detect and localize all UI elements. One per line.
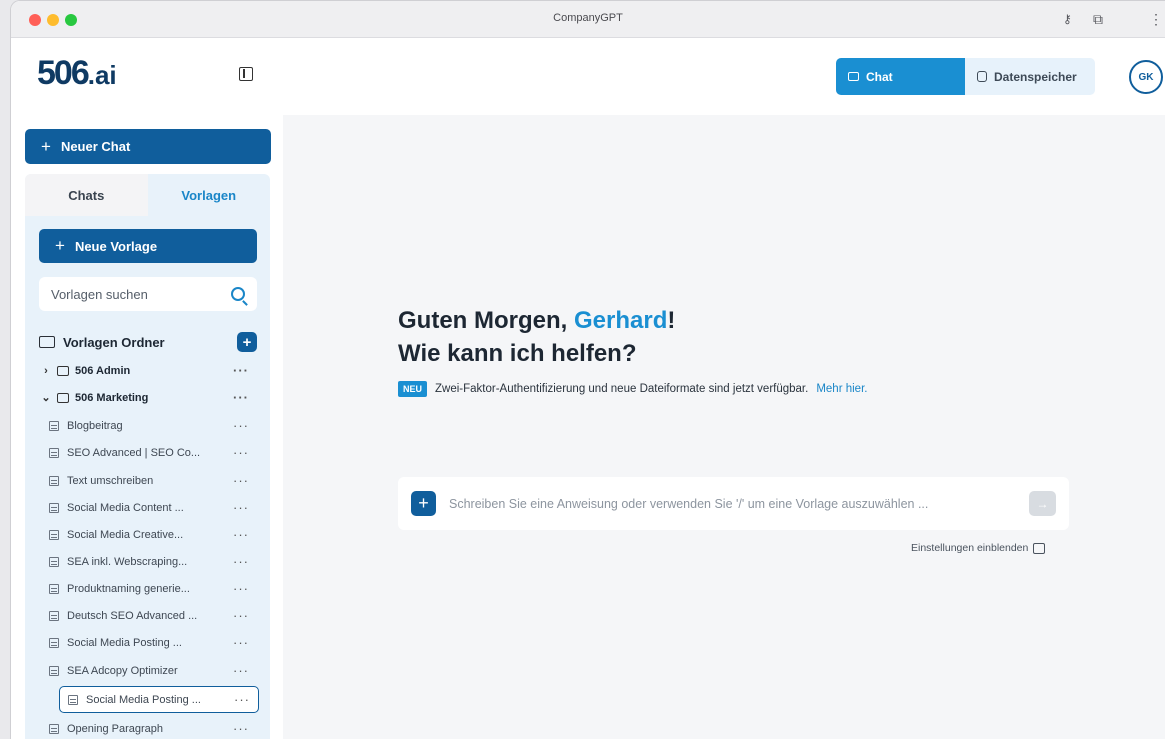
template-item-selected[interactable]: Social Media Posting ... ···: [59, 686, 259, 713]
template-icon: [49, 420, 59, 431]
view-switcher: Chat Datenspeicher: [836, 58, 1095, 95]
folder-506-admin[interactable]: › 506 Admin ···: [39, 357, 257, 384]
announcement: NEU Zwei-Faktor-Authentifizierung und ne…: [398, 381, 867, 397]
folder-icon: [57, 365, 69, 376]
chat-bubble-icon: [848, 72, 859, 81]
template-item[interactable]: Blogbeitrag ···: [39, 412, 257, 439]
template-icon: [49, 475, 59, 486]
more-options-icon[interactable]: ···: [233, 608, 249, 623]
datenspeicher-button[interactable]: Datenspeicher: [965, 58, 1095, 95]
more-options-icon[interactable]: ···: [233, 363, 249, 378]
template-icon: [49, 556, 59, 567]
more-options-icon[interactable]: ···: [234, 692, 250, 707]
key-icon[interactable]: ⚷: [1063, 11, 1072, 27]
new-chat-button[interactable]: + Neuer Chat: [25, 129, 271, 164]
more-options-icon[interactable]: ···: [233, 721, 249, 736]
chevron-down-icon: ⌄: [41, 392, 51, 404]
template-item[interactable]: Social Media Posting ... ···: [39, 629, 257, 656]
prompt-input[interactable]: Schreiben Sie eine Anweisung oder verwen…: [449, 497, 1029, 511]
main-area: [283, 115, 1165, 739]
folder-506-marketing[interactable]: ⌄ 506 Marketing ···: [39, 384, 257, 411]
folder-header: Vorlagen Ordner +: [39, 332, 257, 352]
more-options-icon[interactable]: ···: [233, 554, 249, 569]
more-options-icon[interactable]: ···: [233, 635, 249, 650]
message-composer: + Schreiben Sie eine Anweisung oder verw…: [398, 477, 1069, 530]
plus-icon: +: [55, 236, 65, 255]
chevron-right-icon: ›: [44, 364, 48, 377]
add-folder-button[interactable]: +: [237, 332, 257, 352]
settings-panel-icon: [1033, 542, 1046, 554]
user-name: Gerhard: [574, 307, 668, 334]
window-title: CompanyGPT: [553, 12, 623, 24]
more-options-icon[interactable]: ···: [233, 445, 249, 460]
more-info-link[interactable]: Mehr hier.: [816, 383, 867, 395]
template-item[interactable]: Social Media Content ... ···: [39, 494, 257, 521]
more-options-icon[interactable]: ···: [233, 418, 249, 433]
template-icon: [49, 502, 59, 513]
template-item[interactable]: SEA Adcopy Optimizer ···: [39, 657, 257, 684]
more-options-icon[interactable]: ···: [233, 663, 249, 678]
template-item[interactable]: Text umschreiben ···: [39, 467, 257, 494]
more-menu-icon[interactable]: ⋮: [1149, 11, 1163, 27]
tab-vorlagen[interactable]: Vorlagen: [148, 174, 271, 216]
new-badge: NEU: [398, 381, 428, 397]
template-icon: [49, 665, 59, 676]
more-options-icon[interactable]: ···: [233, 500, 249, 515]
template-item[interactable]: Produktnaming generie... ···: [39, 575, 257, 602]
avatar[interactable]: GK: [1129, 60, 1163, 94]
tab-chats[interactable]: Chats: [25, 174, 148, 216]
more-options-icon[interactable]: ···: [233, 390, 249, 405]
template-icon: [49, 529, 59, 540]
template-search-input[interactable]: Vorlagen suchen: [39, 277, 257, 311]
template-icon: [49, 610, 59, 621]
sidebar-panel: Chats Vorlagen + Neue Vorlage Vorlagen s…: [25, 174, 270, 739]
greeting-question: Wie kann ich helfen?: [398, 340, 637, 367]
template-item[interactable]: SEA inkl. Webscraping... ···: [39, 548, 257, 575]
sidebar-tabs: Chats Vorlagen: [25, 174, 270, 216]
collapse-sidebar-icon[interactable]: [239, 67, 253, 81]
more-options-icon[interactable]: ···: [233, 473, 249, 488]
template-item[interactable]: Deutsch SEO Advanced ... ···: [39, 602, 257, 629]
database-icon: [977, 71, 987, 82]
template-icon: [49, 447, 59, 458]
send-button[interactable]: →: [1029, 491, 1056, 516]
template-item[interactable]: SEO Advanced | SEO Co... ···: [39, 439, 257, 466]
brand-logo[interactable]: 506.ai: [37, 53, 117, 95]
title-bar: CompanyGPT ⚷ ⧉ ⋮: [11, 1, 1165, 38]
show-settings-toggle[interactable]: Einstellungen einblenden: [911, 542, 1046, 554]
more-options-icon[interactable]: ···: [233, 527, 249, 542]
more-options-icon[interactable]: ···: [233, 581, 249, 596]
template-icon: [68, 694, 78, 705]
new-template-button[interactable]: + Neue Vorlage: [39, 229, 257, 263]
greeting: Guten Morgen, Gerhard! Wie kann ich helf…: [398, 304, 675, 370]
plus-icon: +: [41, 136, 51, 156]
template-item[interactable]: Social Media Creative... ···: [39, 521, 257, 548]
template-item[interactable]: Opening Paragraph ···: [39, 715, 257, 739]
search-icon[interactable]: [231, 287, 245, 301]
folder-icon: [39, 336, 55, 348]
folder-icon: [57, 392, 69, 403]
template-icon: [49, 637, 59, 648]
add-attachment-button[interactable]: +: [411, 491, 436, 516]
chat-view-button[interactable]: Chat: [836, 58, 965, 95]
template-icon: [49, 583, 59, 594]
template-icon: [49, 723, 59, 734]
extensions-icon[interactable]: ⧉: [1093, 11, 1103, 27]
app-window: CompanyGPT ⚷ ⧉ ⋮ 506.ai + Neuer Chat Cha…: [10, 0, 1165, 739]
